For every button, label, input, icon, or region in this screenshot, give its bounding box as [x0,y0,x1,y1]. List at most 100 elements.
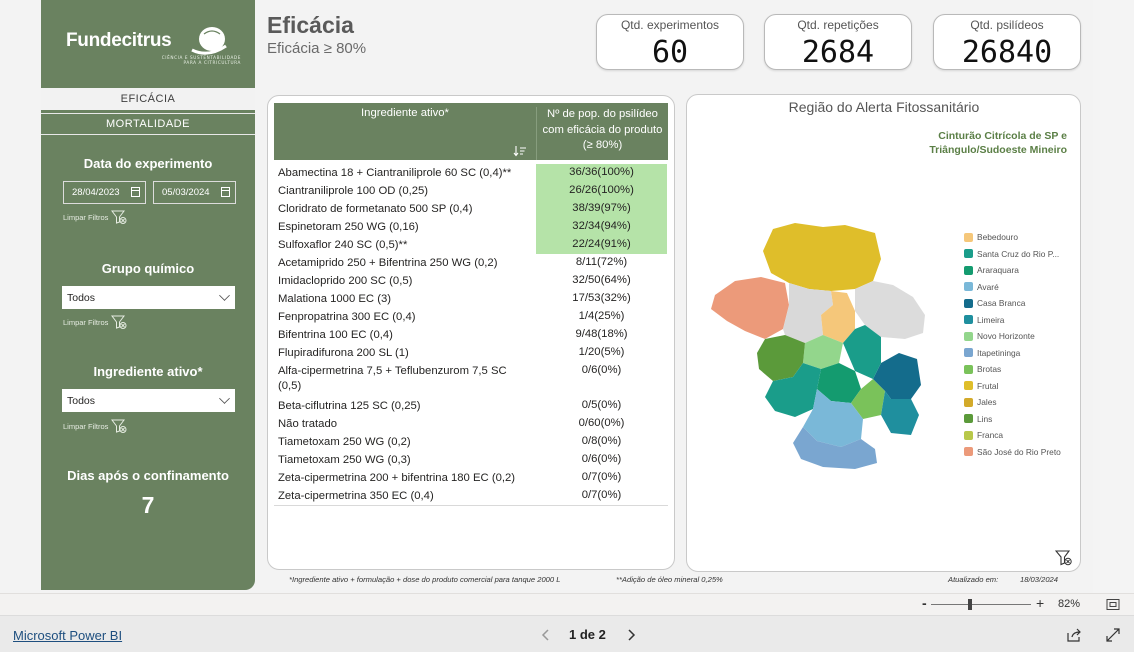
page-title: Eficácia [267,12,354,38]
table-row[interactable]: Tiametoxam 250 WG (0,2) 0/8(0%) [274,433,668,451]
table-row[interactable]: Fenpropatrina 300 EC (0,4) 1/4(25%) [274,308,668,326]
table-row[interactable]: Não tratado 0/60(0%) [274,415,668,433]
table-row[interactable]: Zeta-cipermetrina 350 EC (0,4) 0/7(0%) [274,487,668,505]
legend-item[interactable]: Jales [964,397,1084,407]
legend-item[interactable]: Araraquara [964,265,1084,275]
orange-logo-icon [191,27,227,55]
legend-swatch [964,315,973,324]
powerbi-link[interactable]: Microsoft Power BI [13,628,122,643]
legend-label: Casa Branca [977,298,1026,308]
chevron-left-icon[interactable] [541,629,551,641]
zoom-slider-thumb[interactable] [968,599,972,610]
legend-item[interactable]: Frutal [964,381,1084,391]
legend-item[interactable]: Franca [964,430,1084,440]
legend-label: Brotas [977,364,1002,374]
cell-eficacia: 0/8(0%) [581,435,622,447]
legend-label: Frutal [977,380,999,391]
table-row[interactable]: Cloridrato de formetanato 500 SP (0,4) 38… [274,200,668,218]
kpi-value: 2684 [801,35,875,70]
table-row[interactable]: Espinetoram 250 WG (0,16) 32/34(94%) [274,218,668,236]
cell-ingrediente: Abamectina 18 + Ciantraniliprole 60 SC (… [278,167,512,179]
cell-ingrediente: Alfa-cipermetrina 7,5 + Teflubenzurom 7,… [278,365,507,392]
table-row[interactable]: Sulfoxaflor 240 SC (0,5)** 22/24(91%) [274,236,668,254]
table-row[interactable]: Tiametoxam 250 WG (0,3) 0/6(0%) [274,451,668,469]
cell-eficacia: 36/36(100%) [536,164,667,182]
table-row[interactable]: Flupiradifurona 200 SL (1) 1/20(5%) [274,344,668,362]
zoom-slider[interactable] [931,604,1031,605]
fullscreen-icon[interactable] [1106,628,1120,642]
cell-eficacia: 0/7(0%) [581,471,622,483]
legend-item[interactable]: Itapetininga [964,348,1084,358]
legend-swatch [964,414,973,423]
grupo-quimico-dropdown[interactable]: Todos [62,286,235,309]
table-row[interactable]: Ciantraniliprole 100 OD (0,25) 26/26(100%… [274,182,668,200]
table-row[interactable]: Acetamiprido 250 + Bifentrina 250 WG (0,… [274,254,668,272]
clear-filters-button[interactable]: Limpar Filtros [63,209,127,225]
legend-label: Lins [977,413,993,424]
table-row[interactable]: Beta-ciflutrina 125 SC (0,25) 0/5(0%) [274,397,668,415]
cell-ingrediente: Não tratado [278,418,338,430]
dias-confinamento-value: 7 [141,492,155,518]
nav-eficacia-button[interactable]: EFICÁCIA [41,88,255,110]
cell-eficacia: 38/39(97%) [536,200,667,218]
table-row[interactable]: Malationa 1000 EC (3) 17/53(32%) [274,290,668,308]
legend-item[interactable]: Limeira [964,315,1084,325]
table-row[interactable]: Imidacloprido 200 SC (0,5) 32/50(64%) [274,272,668,290]
cell-ingrediente: Tiametoxam 250 WG (0,3) [278,454,411,466]
legend-item[interactable]: Santa Cruz do Rio P... [964,249,1084,259]
sort-descending-icon[interactable] [513,145,527,157]
legend-item[interactable]: Bebedouro [964,232,1084,242]
legend-swatch [964,397,973,407]
report-page: Fundecitrus CIÊNCIA E SUSTENTABILIDADE P… [0,0,1093,593]
share-icon[interactable] [1067,628,1082,642]
map-region-frutal[interactable] [763,223,881,291]
table-row[interactable]: Zeta-cipermetrina 200 + bifentrina 180 E… [274,469,668,487]
fit-to-page-icon[interactable] [1106,598,1120,611]
date-start-input[interactable]: 28/04/2023 [63,181,146,204]
calendar-icon[interactable] [221,187,230,197]
legend-label: Avaré [977,281,999,292]
region-map[interactable] [705,219,945,469]
cell-eficacia: 0/6(0%) [581,453,622,465]
nav-mortalidade-button[interactable]: MORTALIDADE [41,113,255,135]
kpi-value: 26840 [961,35,1053,70]
cell-ingrediente: Tiametoxam 250 WG (0,2) [278,436,411,448]
table-row[interactable]: Bifentrina 100 EC (0,4) 9/48(18%) [274,326,668,344]
updated-date: 18/03/2024 [1020,575,1059,584]
table-row[interactable]: Alfa-cipermetrina 7,5 + Teflubenzurom 7,… [274,362,668,397]
map-region-sao-jose[interactable] [711,277,789,339]
column-header-ingrediente[interactable]: Ingrediente ativo* [274,107,536,119]
cell-eficacia: 0/5(0%) [581,399,622,411]
cell-ingrediente: Cloridrato de formetanato 500 SP (0,4) [278,203,473,215]
clear-filter-icon [111,419,127,433]
kpi-label: Qtd. repetições [797,18,879,32]
column-header-eficacia[interactable]: Nº de pop. do psilídeo com eficácia do p… [536,107,668,160]
clear-filters-button[interactable]: Limpar Filtros [63,418,127,434]
filter-icon[interactable] [1055,549,1073,567]
cell-eficacia: 22/24(91%) [536,236,667,254]
filter-sidebar: Fundecitrus CIÊNCIA E SUSTENTABILIDADE P… [41,0,255,590]
chevron-right-icon[interactable] [626,629,636,641]
chevron-down-icon [219,393,230,404]
cell-eficacia: 8/11(72%) [575,256,628,268]
logo-text: Fundecitrus [66,30,172,51]
zoom-in-button[interactable]: + [1036,595,1044,611]
zoom-out-button[interactable]: - [922,595,927,611]
cell-eficacia: 26/26(100%) [536,182,667,200]
legend-item[interactable]: Brotas [964,364,1084,374]
table-row[interactable]: Abamectina 18 + Ciantraniliprole 60 SC (… [274,164,668,182]
kpi-label: Qtd. experimentos [620,18,720,32]
legend-item[interactable]: São José do Rio Preto [964,447,1084,457]
date-end-input[interactable]: 05/03/2024 [153,181,236,204]
cell-eficacia: 32/50(64%) [572,274,631,286]
calendar-icon[interactable] [131,187,140,197]
clear-filters-button[interactable]: Limpar Filtros [63,314,127,330]
legend-item[interactable]: Novo Horizonte [964,331,1084,341]
legend-swatch [964,232,973,242]
legend-item[interactable]: Avaré [964,282,1084,292]
legend-swatch [964,265,973,275]
cell-ingrediente: Bifentrina 100 EC (0,4) [278,329,393,341]
legend-item[interactable]: Lins [964,414,1084,424]
legend-item[interactable]: Casa Branca [964,298,1084,308]
ingrediente-ativo-dropdown[interactable]: Todos [62,389,235,412]
